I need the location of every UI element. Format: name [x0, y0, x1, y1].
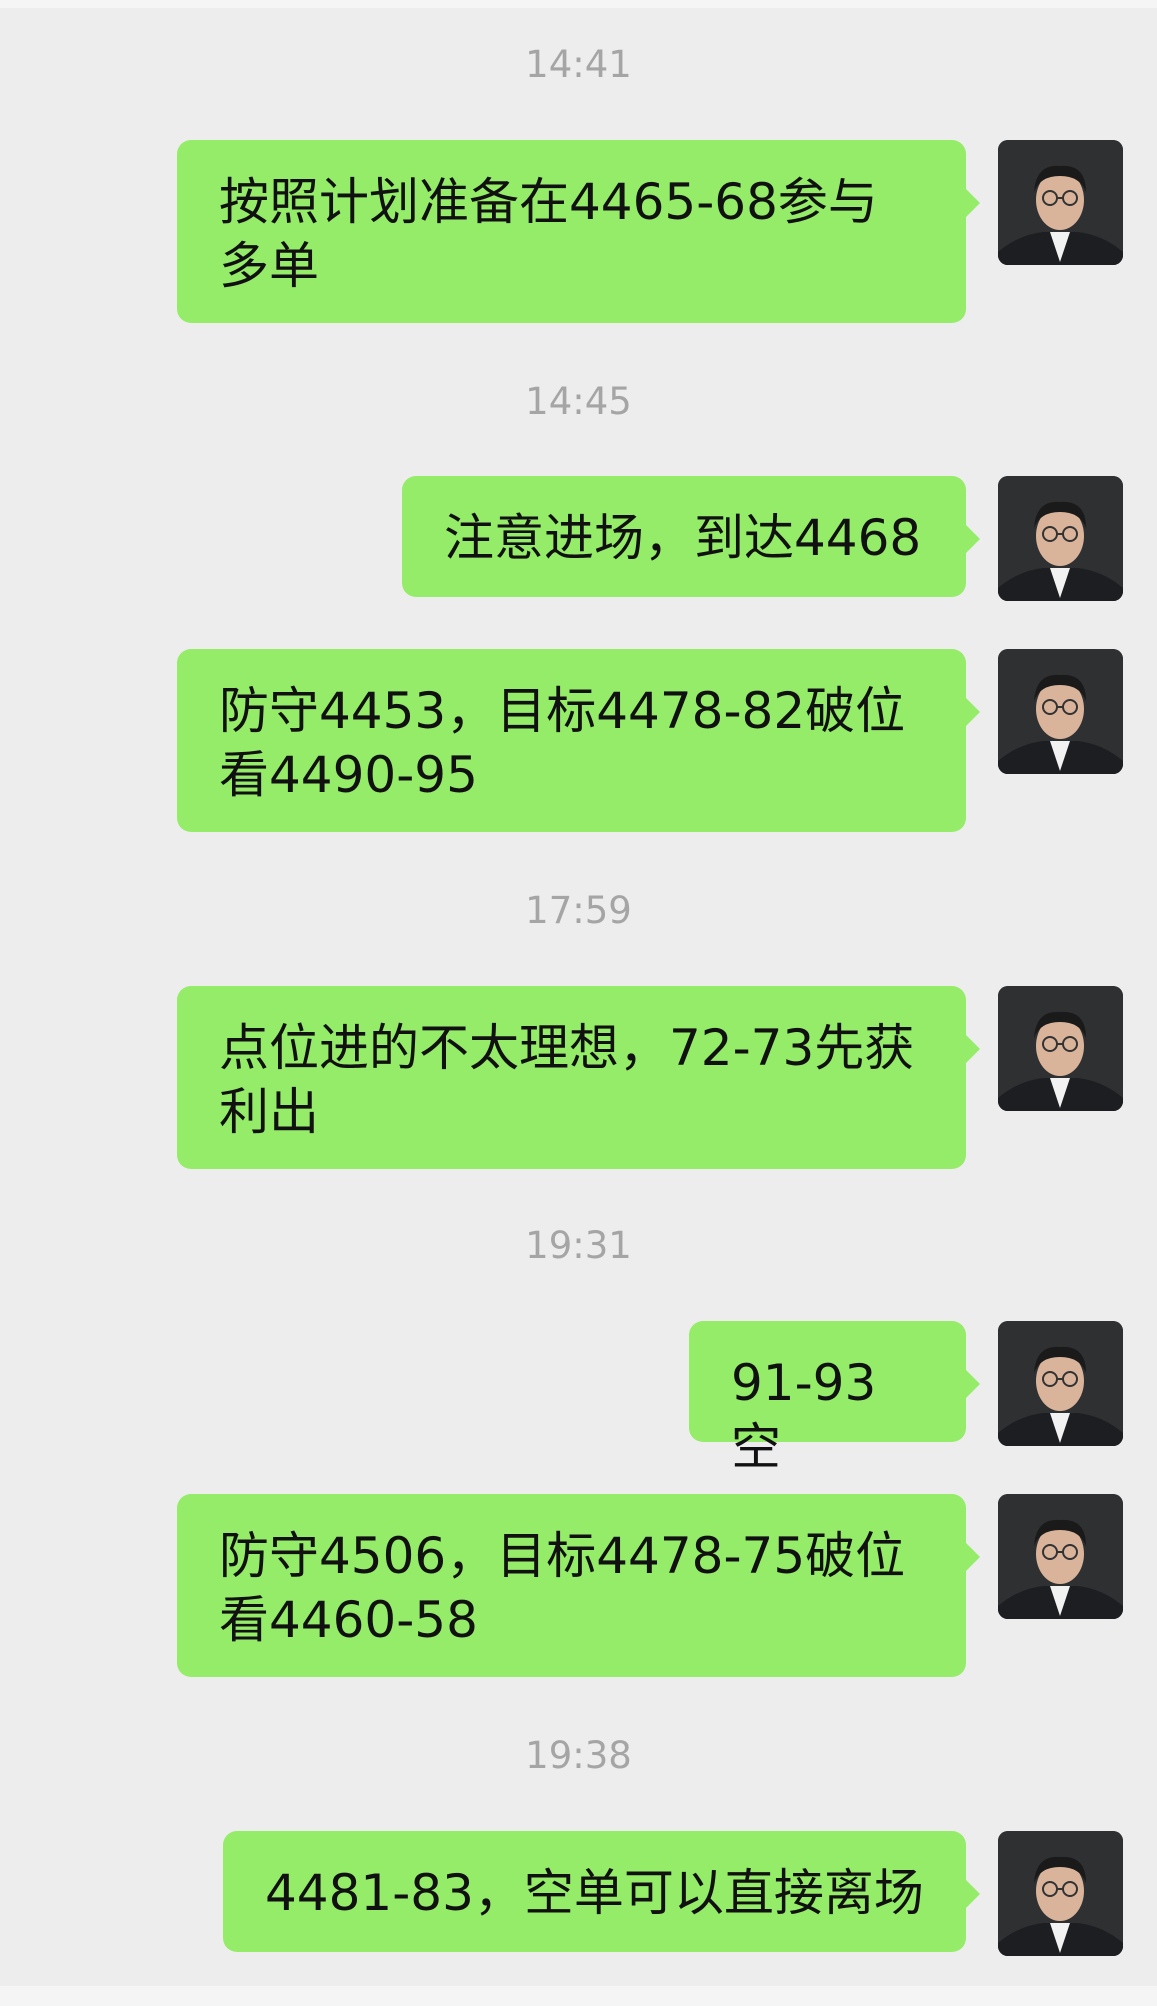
bottom-divider: [0, 1986, 1157, 2006]
timestamp: 14:45: [525, 380, 632, 423]
avatar-portrait-icon: [998, 1831, 1123, 1956]
message-bubble[interactable]: 防守4506，目标4478-75破位 看4460-58: [177, 1494, 980, 1677]
message-bubble[interactable]: 防守4453，目标4478-82破位 看4490-95: [177, 649, 980, 832]
avatar[interactable]: [998, 1831, 1123, 1956]
avatar-portrait-icon: [998, 1321, 1123, 1446]
timestamp: 17:59: [525, 889, 632, 932]
avatar-portrait-icon: [998, 140, 1123, 265]
avatar[interactable]: [998, 140, 1123, 265]
avatar-portrait-icon: [998, 1494, 1123, 1619]
message-bubble[interactable]: 按照计划准备在4465-68参与 多单: [177, 140, 980, 323]
timestamp: 14:41: [525, 43, 632, 86]
message-bubble[interactable]: 点位进的不太理想，72-73先获 利出: [177, 986, 980, 1169]
timestamp: 19:38: [525, 1734, 632, 1777]
avatar[interactable]: [998, 1321, 1123, 1446]
avatar-portrait-icon: [998, 649, 1123, 774]
avatar-portrait-icon: [998, 476, 1123, 601]
avatar[interactable]: [998, 1494, 1123, 1619]
message-bubble[interactable]: 注意进场，到达4468: [402, 476, 980, 597]
avatar-portrait-icon: [998, 986, 1123, 1111]
top-divider: [0, 0, 1157, 8]
message-bubble[interactable]: 4481-83，空单可以直接离场: [223, 1831, 980, 1952]
message-bubble[interactable]: 91-93空: [689, 1321, 980, 1476]
avatar[interactable]: [998, 649, 1123, 774]
avatar[interactable]: [998, 986, 1123, 1111]
avatar[interactable]: [998, 476, 1123, 601]
timestamp: 19:31: [525, 1224, 632, 1267]
